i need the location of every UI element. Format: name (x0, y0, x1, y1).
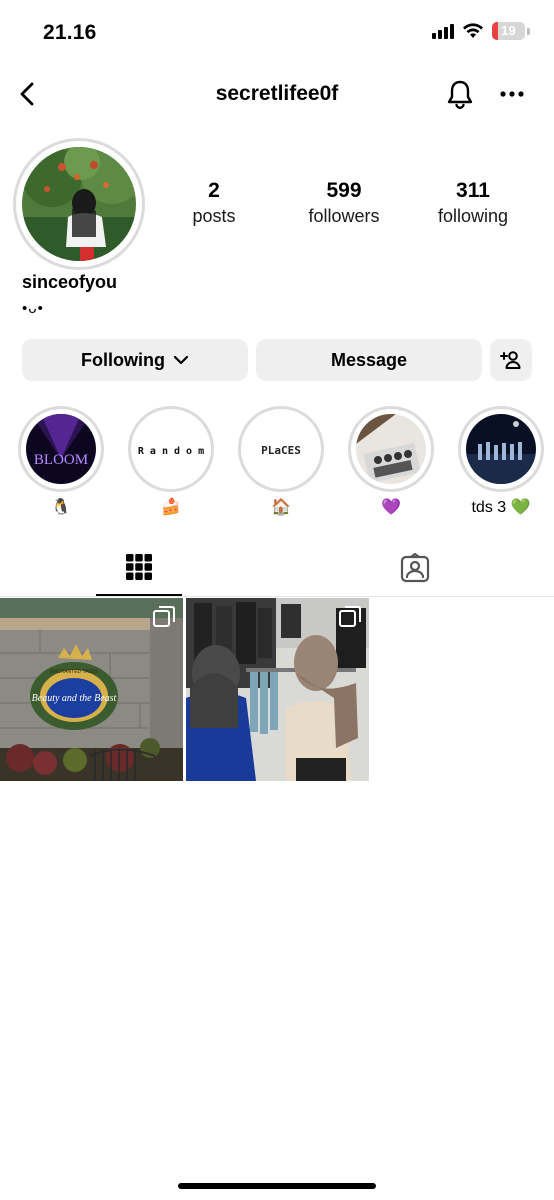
signal-icon (432, 23, 454, 39)
tab-tagged[interactable] (372, 540, 458, 596)
svg-text:ENCHANTED TALES: ENCHANTED TALES (50, 669, 99, 675)
top-nav: secretlifee0f (0, 70, 554, 118)
following-count: 311 (456, 179, 490, 202)
highlight-cover (466, 414, 536, 484)
bell-icon[interactable] (444, 78, 476, 110)
multiple-posts-icon (153, 606, 175, 627)
status-time: 21.16 (43, 21, 97, 44)
highlight-label: 🏠 (271, 499, 291, 516)
post-thumbnail[interactable] (186, 598, 369, 781)
highlight-ring: R a n d o m (128, 406, 214, 492)
chevron-down-icon (173, 355, 189, 365)
highlight-item[interactable]: R a n d o m 🍰 (128, 406, 214, 518)
highlight-ring (458, 406, 544, 492)
highlight-ring: BLOOM (18, 406, 104, 492)
battery-icon: 19 (492, 22, 525, 40)
profile-tabs (0, 540, 554, 597)
svg-text:BLOOM: BLOOM (34, 452, 88, 468)
highlight-ring (348, 406, 434, 492)
wifi-icon (463, 23, 483, 38)
highlight-cover: PLaCES (246, 414, 316, 484)
battery-level: 19 (501, 23, 516, 38)
highlight-item[interactable]: tds 3 💚 (458, 406, 544, 518)
followers-label: followers (308, 206, 380, 226)
avatar-ring[interactable] (13, 138, 145, 270)
avatar (22, 147, 136, 261)
tab-posts-grid[interactable] (96, 540, 182, 596)
following-button-label: Following (81, 349, 165, 370)
highlight-cover: R a n d o m (136, 414, 206, 484)
svg-text:R a n d o m: R a n d o m (138, 446, 204, 457)
bio: •ᴗ• (22, 300, 44, 317)
more-options-icon[interactable] (498, 82, 526, 106)
stat-followers[interactable]: 599 followers (284, 178, 404, 228)
following-button[interactable]: Following (22, 339, 248, 381)
highlight-ring: PLaCES (238, 406, 324, 492)
posts-label: posts (192, 206, 236, 226)
highlight-label: 🐧 (51, 499, 71, 516)
svg-text:Beauty and the Beast: Beauty and the Beast (32, 693, 117, 704)
grid-icon (126, 554, 152, 580)
highlight-item[interactable]: BLOOM 🐧 (18, 406, 104, 518)
followers-count: 599 (326, 179, 362, 202)
suggested-users-button[interactable] (490, 339, 532, 381)
highlight-label: tds 3 💚 (471, 499, 531, 516)
highlight-item[interactable]: PLaCES 🏠 (238, 406, 324, 518)
tagged-person-icon (400, 553, 430, 583)
highlight-label: 💜 (381, 499, 401, 516)
message-button[interactable]: Message (256, 339, 482, 381)
status-bar: 21.16 19 (0, 0, 554, 66)
stat-following[interactable]: 311 following (413, 178, 533, 228)
stat-posts[interactable]: 2 posts (154, 178, 274, 228)
add-person-icon (500, 351, 521, 369)
display-name: sinceofyou (22, 272, 118, 292)
message-button-label: Message (330, 349, 408, 370)
highlight-item[interactable]: 💜 (348, 406, 434, 518)
highlight-cover: BLOOM (26, 414, 96, 484)
home-indicator[interactable] (178, 1183, 376, 1189)
highlight-label: 🍰 (161, 499, 181, 516)
following-label: following (437, 206, 509, 226)
post-thumbnail[interactable]: ENCHANTED TALES Beauty and the Beast (0, 598, 183, 781)
svg-text:PLaCES: PLaCES (261, 444, 301, 457)
highlight-cover (356, 414, 426, 484)
status-icons: 19 (432, 22, 530, 40)
multiple-posts-icon (339, 606, 361, 627)
posts-count: 2 (208, 179, 220, 202)
